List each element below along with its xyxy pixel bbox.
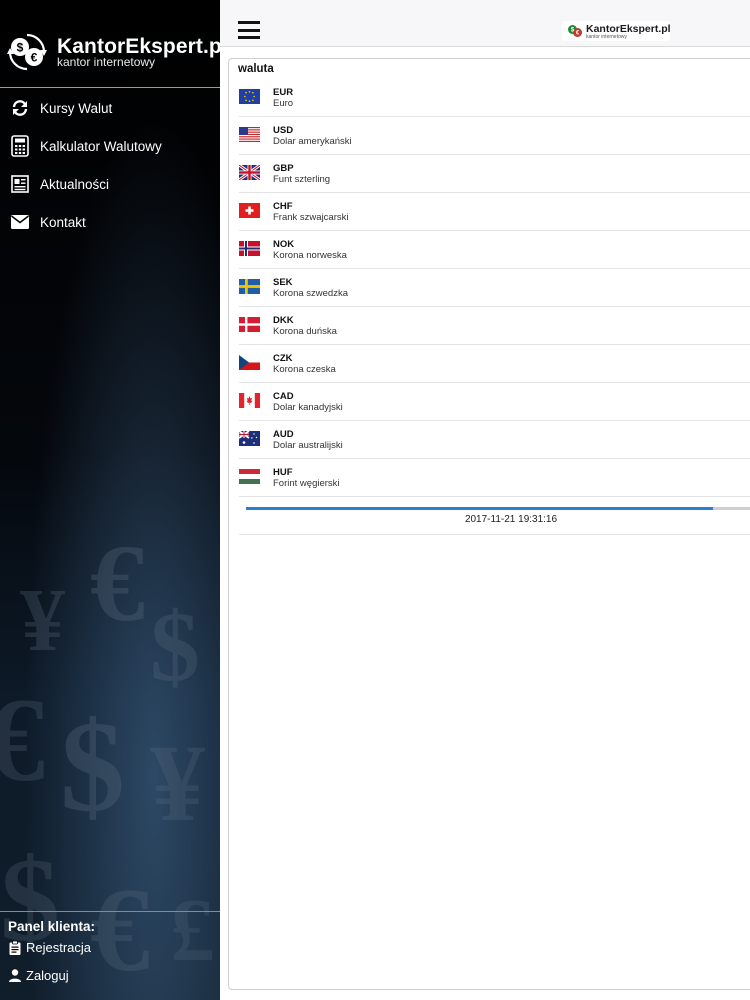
column-header-waluta: waluta <box>238 63 274 75</box>
brand-header[interactable]: $ € KantorEkspert.pl kantor internetowy <box>0 0 220 88</box>
login-label: Zaloguj <box>26 968 69 983</box>
currency-rates-panel: waluta EUR Euro USD Dolar amerykański GB… <box>228 58 750 990</box>
currency-code: SEK <box>273 277 293 288</box>
top-bar: $ € KantorEkspert.pl kantor internetowy <box>220 0 750 47</box>
currency-name: Korona czeska <box>273 364 336 375</box>
sidebar-item-label: Aktualności <box>40 176 110 192</box>
clipboard-icon <box>8 940 22 955</box>
sidebar-item-aktualnosci[interactable]: Aktualności <box>0 165 220 203</box>
no-flag-icon <box>239 241 260 256</box>
se-flag-icon <box>239 279 260 294</box>
sidebar-item-label: Kalkulator Walutowy <box>40 138 162 154</box>
cz-flag-icon <box>239 355 260 370</box>
register-link[interactable]: Rejestracja <box>8 940 91 955</box>
svg-text:$: $ <box>150 591 200 702</box>
dk-flag-icon <box>239 317 260 332</box>
au-flag-icon <box>239 431 260 446</box>
svg-text:$: $ <box>60 695 125 839</box>
currency-code: CZK <box>273 353 293 364</box>
sidebar-item-kontakt[interactable]: Kontakt <box>0 203 220 241</box>
currency-name: Dolar amerykański <box>273 136 352 147</box>
currency-exchange-logo-icon: $ € <box>568 25 582 37</box>
currency-name: Dolar kanadyjski <box>273 402 343 413</box>
currency-code: HUF <box>273 467 293 478</box>
sidebar: ¥ € $ € $ ¥ $ € £ $ € KantorEkspert.pl k… <box>0 0 220 1000</box>
top-brand-tagline: kantor internetowy <box>586 34 627 40</box>
currency-name: Funt szterling <box>273 174 331 185</box>
currency-row-czk[interactable]: CZK Korona czeska <box>239 345 750 383</box>
svg-text:€: € <box>0 673 45 806</box>
eu-flag-icon <box>239 89 260 104</box>
sidebar-item-kalkulator-walutowy[interactable]: Kalkulator Walutowy <box>0 127 220 165</box>
envelope-icon <box>10 212 30 232</box>
currency-row-eur[interactable]: EUR Euro <box>239 79 750 117</box>
refresh-icon <box>10 98 30 118</box>
divider <box>239 534 750 535</box>
user-icon <box>8 969 22 983</box>
currency-name: Frank szwajcarski <box>273 212 349 223</box>
currency-code: CAD <box>273 391 294 402</box>
currency-exchange-logo-icon: $ € <box>7 33 47 71</box>
svg-text:€: € <box>90 522 145 644</box>
currency-row-usd[interactable]: USD Dolar amerykański <box>239 117 750 155</box>
currency-code: AUD <box>273 429 294 440</box>
svg-text:¥: ¥ <box>150 722 205 844</box>
refresh-progress-fill <box>246 507 713 510</box>
us-flag-icon <box>239 127 260 142</box>
svg-text:€: € <box>31 51 38 65</box>
sidebar-item-kursy-walut[interactable]: Kursy Walut <box>0 89 220 127</box>
currency-row-sek[interactable]: SEK Korona szwedzka <box>239 269 750 307</box>
login-link[interactable]: Zaloguj <box>8 968 69 983</box>
gb-flag-icon <box>239 165 260 180</box>
svg-text:$: $ <box>17 41 24 55</box>
hamburger-icon[interactable] <box>238 21 260 39</box>
ca-flag-icon <box>239 393 260 408</box>
sidebar-menu: Kursy Walut Kalkulator Walutowy Aktualno… <box>0 89 220 241</box>
currency-name: Euro <box>273 98 294 109</box>
currency-code: USD <box>273 125 294 136</box>
currency-row-gbp[interactable]: GBP Funt szterling <box>239 155 750 193</box>
client-panel: Panel klienta: Rejestracja Zaloguj <box>0 911 220 1000</box>
sidebar-item-label: Kontakt <box>40 214 86 230</box>
ch-flag-icon <box>239 203 260 218</box>
currency-code: CHF <box>273 201 293 212</box>
currency-list: EUR Euro USD Dolar amerykański GBP Funt … <box>239 79 750 497</box>
currency-code: DKK <box>273 315 294 326</box>
currency-name: Korona norweska <box>273 250 347 261</box>
calculator-icon <box>10 135 30 157</box>
currency-code: GBP <box>273 163 294 174</box>
currency-row-cad[interactable]: CAD Dolar kanadyjski <box>239 383 750 421</box>
top-brand-logo[interactable]: $ € KantorEkspert.pl kantor internetowy <box>562 21 671 41</box>
currency-row-huf[interactable]: HUF Forint węgierski <box>239 459 750 497</box>
last-update-timestamp: 2017-11-21 19:31:16 <box>464 514 558 525</box>
currency-name: Korona szwedzka <box>273 288 348 299</box>
brand-tagline: kantor internetowy <box>57 55 156 69</box>
register-label: Rejestracja <box>26 940 92 955</box>
currency-name: Korona duńska <box>273 326 337 337</box>
currency-row-nok[interactable]: NOK Korona norweska <box>239 231 750 269</box>
currency-row-aud[interactable]: AUD Dolar australijski <box>239 421 750 459</box>
currency-name: Forint węgierski <box>273 478 340 489</box>
refresh-progress-bar <box>246 507 750 510</box>
newspaper-icon <box>10 174 30 194</box>
currency-row-chf[interactable]: CHF Frank szwajcarski <box>239 193 750 231</box>
svg-text:¥: ¥ <box>20 571 65 670</box>
currency-code: NOK <box>273 239 295 250</box>
currency-row-dkk[interactable]: DKK Korona duńska <box>239 307 750 345</box>
currency-code: EUR <box>273 87 294 98</box>
client-panel-title: Panel klienta: <box>8 919 96 934</box>
sidebar-item-label: Kursy Walut <box>40 100 113 116</box>
currency-name: Dolar australijski <box>273 440 343 451</box>
hu-flag-icon <box>239 469 260 484</box>
